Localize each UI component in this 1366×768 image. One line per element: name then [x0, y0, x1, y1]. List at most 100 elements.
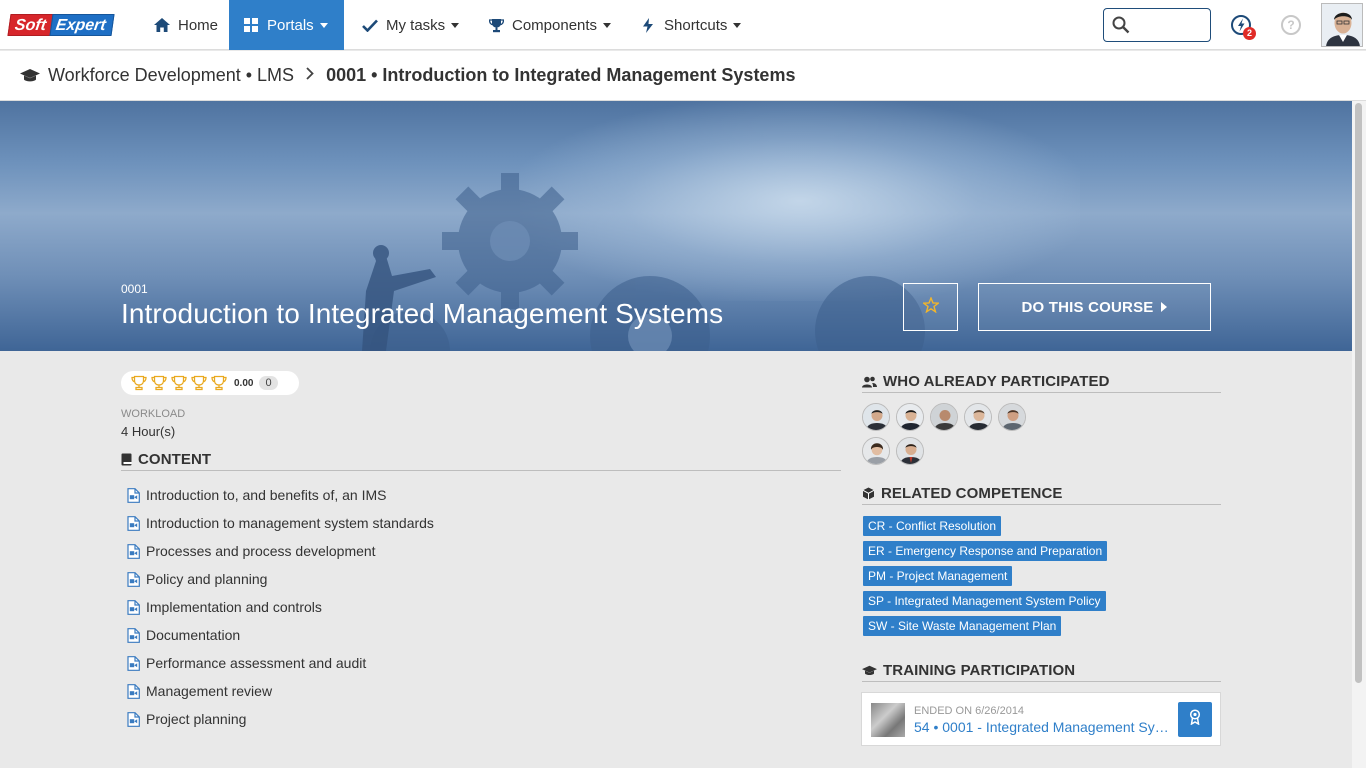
- trophy-icon[interactable]: [211, 375, 227, 391]
- users-icon: [862, 376, 877, 388]
- trophy-icon[interactable]: [151, 375, 167, 391]
- help-icon[interactable]: ?: [1281, 15, 1301, 35]
- participants-heading-label: WHO ALREADY PARTICIPATED: [883, 373, 1110, 390]
- top-navbar: Soft Expert Home Portals My tasks Compon…: [0, 0, 1366, 50]
- course-title: Introduction to Integrated Management Sy…: [121, 298, 724, 329]
- participant-avatar[interactable]: [930, 403, 958, 431]
- participant-avatar[interactable]: [862, 437, 890, 465]
- video-file-icon: [127, 599, 140, 615]
- training-card[interactable]: ENDED ON 6/26/2014 54 • 0001 - Integrate…: [861, 692, 1221, 746]
- play-arrow-icon: [1161, 302, 1168, 312]
- do-this-course-button[interactable]: DO THIS COURSE: [978, 283, 1211, 331]
- nav-portals[interactable]: Portals: [229, 0, 344, 50]
- content-item[interactable]: Introduction to, and benefits of, an IMS: [127, 481, 434, 509]
- breadcrumb: Workforce Development • LMS 0001 • Intro…: [0, 51, 1366, 101]
- content-heading: CONTENT: [121, 451, 841, 471]
- page-scrollbar[interactable]: [1352, 101, 1366, 768]
- chevron-down-icon: [603, 22, 612, 28]
- participant-avatar[interactable]: [896, 437, 924, 465]
- training-name-link[interactable]: 54 • 0001 - Integrated Management System…: [914, 719, 1170, 735]
- softexpert-logo[interactable]: Soft Expert: [7, 14, 115, 36]
- content-item-label: Management review: [146, 683, 273, 699]
- certificate-icon: [1189, 709, 1201, 730]
- competence-tag[interactable]: CR - Conflict Resolution: [863, 516, 1002, 536]
- content-item-label: Performance assessment and audit: [146, 655, 367, 671]
- chevron-down-icon: [733, 22, 742, 28]
- graduation-cap-icon: [862, 665, 877, 677]
- favorite-button[interactable]: [903, 283, 958, 331]
- content-item[interactable]: Management review: [127, 677, 434, 705]
- content-item-label: Documentation: [146, 627, 241, 643]
- course-banner: 0001 Introduction to Integrated Manageme…: [0, 101, 1352, 351]
- participant-avatar[interactable]: [862, 403, 890, 431]
- content-item[interactable]: Project planning: [127, 705, 434, 733]
- participants-avatars: [862, 403, 1042, 471]
- graduation-cap-icon: [20, 68, 40, 84]
- content-item-label: Introduction to, and benefits of, an IMS: [146, 487, 387, 503]
- participant-avatar[interactable]: [998, 403, 1026, 431]
- nav-shortcuts-label: Shortcuts: [664, 16, 728, 34]
- course-rating[interactable]: 0.00 0: [121, 371, 299, 395]
- video-file-icon: [127, 627, 140, 643]
- content-item[interactable]: Processes and process development: [127, 537, 434, 565]
- training-heading-label: TRAINING PARTICIPATION: [883, 662, 1076, 679]
- competence-tags: CR - Conflict Resolution ER - Emergency …: [863, 516, 1108, 641]
- training-thumbnail: [871, 703, 905, 737]
- video-file-icon: [127, 711, 140, 727]
- trophy-icon: [488, 18, 504, 33]
- participants-heading: WHO ALREADY PARTICIPATED: [862, 373, 1221, 393]
- competence-tag[interactable]: SP - Integrated Management System Policy: [863, 591, 1106, 611]
- video-file-icon: [127, 683, 140, 699]
- content-item[interactable]: Policy and planning: [127, 565, 434, 593]
- nav-portals-label: Portals: [267, 16, 314, 34]
- content-heading-label: CONTENT: [138, 451, 212, 468]
- video-file-icon: [127, 543, 140, 559]
- content-item-label: Project planning: [146, 711, 247, 727]
- course-code: 0001: [121, 282, 148, 296]
- chevron-down-icon: [451, 22, 460, 28]
- content-list: Introduction to, and benefits of, an IMS…: [127, 481, 434, 733]
- competence-tag[interactable]: PM - Project Management: [863, 566, 1013, 586]
- participant-avatar[interactable]: [896, 403, 924, 431]
- content-item[interactable]: Documentation: [127, 621, 434, 649]
- training-heading: TRAINING PARTICIPATION: [862, 662, 1221, 682]
- workload-value: 4 Hour(s): [121, 424, 176, 439]
- participant-avatar[interactable]: [964, 403, 992, 431]
- nav-home[interactable]: Home: [140, 0, 232, 50]
- nav-components[interactable]: Components: [474, 0, 625, 50]
- content-item[interactable]: Performance assessment and audit: [127, 649, 434, 677]
- training-ended-date: ENDED ON 6/26/2014: [914, 705, 1025, 717]
- competence-heading-label: RELATED COMPETENCE: [881, 485, 1063, 502]
- trophy-icon[interactable]: [171, 375, 187, 391]
- trophy-icon[interactable]: [131, 375, 147, 391]
- content-item-label: Implementation and controls: [146, 599, 322, 615]
- trophy-icon[interactable]: [191, 375, 207, 391]
- nav-shortcuts[interactable]: Shortcuts: [626, 0, 755, 50]
- cube-icon: [862, 487, 875, 500]
- content-item-label: Introduction to management system standa…: [146, 515, 434, 531]
- rating-score: 0.00: [234, 377, 254, 389]
- scrollbar-thumb[interactable]: [1355, 103, 1362, 683]
- competence-tag[interactable]: SW - Site Waste Management Plan: [863, 616, 1062, 636]
- video-file-icon: [127, 487, 140, 503]
- certificate-button[interactable]: [1178, 702, 1212, 737]
- search-input[interactable]: [1134, 15, 1204, 35]
- breadcrumb-current: 0001 • Introduction to Integrated Manage…: [326, 65, 796, 85]
- workload-label: WORKLOAD: [121, 408, 186, 420]
- home-icon: [154, 18, 170, 32]
- notifications-badge: 2: [1243, 27, 1256, 40]
- content-item[interactable]: Introduction to management system standa…: [127, 509, 434, 537]
- user-avatar[interactable]: [1321, 3, 1363, 47]
- star-icon: [921, 295, 940, 318]
- search-box[interactable]: [1103, 8, 1211, 42]
- search-icon: [1112, 16, 1130, 39]
- competence-heading: RELATED COMPETENCE: [862, 485, 1221, 505]
- nav-my-tasks[interactable]: My tasks: [348, 0, 473, 50]
- breadcrumb-parent[interactable]: Workforce Development • LMS: [48, 65, 294, 86]
- book-icon: [121, 453, 132, 466]
- video-file-icon: [127, 515, 140, 531]
- content-item-label: Processes and process development: [146, 543, 376, 559]
- competence-tag[interactable]: ER - Emergency Response and Preparation: [863, 541, 1108, 561]
- chevron-right-icon: [306, 66, 314, 85]
- content-item[interactable]: Implementation and controls: [127, 593, 434, 621]
